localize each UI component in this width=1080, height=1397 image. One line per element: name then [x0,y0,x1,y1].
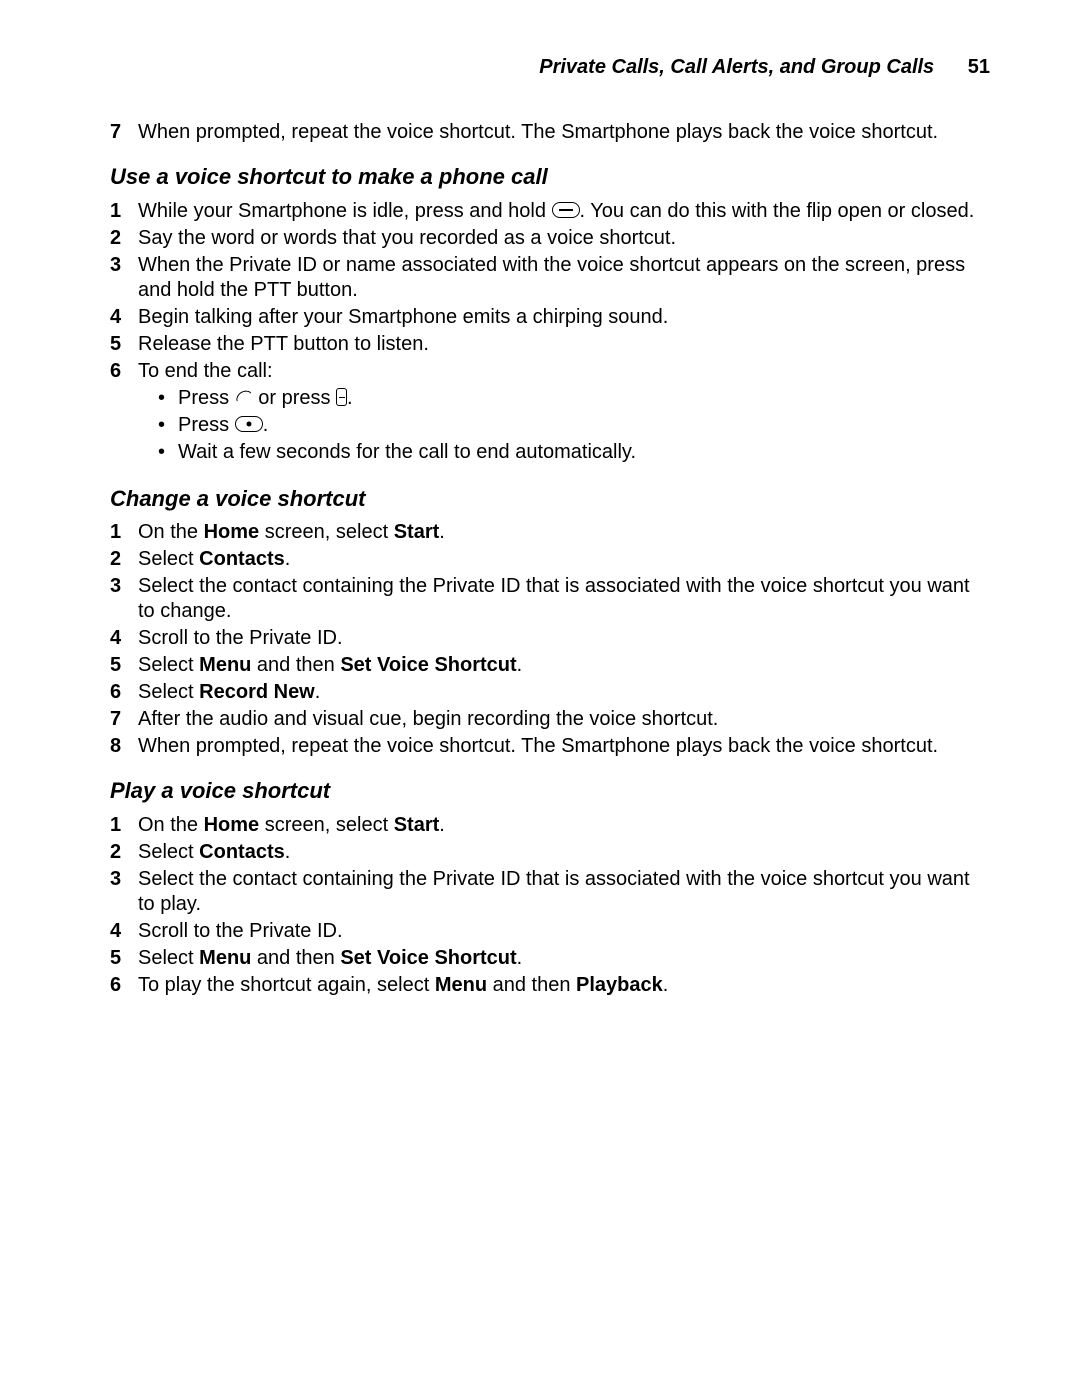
step-text: While your Smartphone is idle, press and… [138,199,990,224]
running-header: Private Calls, Call Alerts, and Group Ca… [110,55,990,80]
step-text: Select Contacts. [138,840,990,865]
step-item: 5Release the PTT button to listen. [110,332,990,357]
section-heading: Change a voice shortcut [110,485,990,513]
step-text: Scroll to the Private ID. [138,626,990,651]
step-item: 2Say the word or words that you recorded… [110,226,990,251]
step-item: 6To play the shortcut again, select Menu… [110,973,990,998]
step-number: 7 [110,120,138,145]
step-text: On the Home screen, select Start. [138,813,990,838]
step-text: Select Contacts. [138,547,990,572]
step-text: To play the shortcut again, select Menu … [138,973,990,998]
page-number: 51 [968,56,990,78]
bold-term: Set Voice Shortcut [340,947,516,969]
step-text: To end the call:Press or press .Press .W… [138,359,990,467]
step-item: 5Select Menu and then Set Voice Shortcut… [110,653,990,678]
step-text: Release the PTT button to listen. [138,332,990,357]
bullet-list: Press or press .Press .Wait a few second… [158,386,990,465]
step-text: When prompted, repeat the voice shortcut… [138,120,990,145]
step-number: 2 [110,547,138,572]
step-number: 6 [110,973,138,998]
step-item: 6To end the call:Press or press .Press .… [110,359,990,467]
step-text: When the Private ID or name associated w… [138,253,990,303]
step-number: 1 [110,520,138,545]
power-button-icon [235,416,263,432]
step-number: 8 [110,734,138,759]
bullet-item: Wait a few seconds for the call to end a… [158,440,990,465]
bold-term: Contacts [199,548,285,570]
step-list: 1While your Smartphone is idle, press an… [110,199,990,467]
bold-term: Menu [199,947,251,969]
bold-term: Record New [199,681,315,703]
section-heading: Play a voice shortcut [110,777,990,805]
step-text: Say the word or words that you recorded … [138,226,990,251]
step-number: 4 [110,919,138,944]
step-text: Select the contact containing the Privat… [138,867,990,917]
flip-close-icon [336,388,347,406]
bold-term: Start [394,521,440,543]
step-number: 3 [110,574,138,599]
step-item: 3Select the contact containing the Priva… [110,867,990,917]
step-item: 2Select Contacts. [110,840,990,865]
step-text: Begin talking after your Smartphone emit… [138,305,990,330]
step-text: Select Menu and then Set Voice Shortcut. [138,946,990,971]
step-text: Scroll to the Private ID. [138,919,990,944]
bold-term: Contacts [199,841,285,863]
step-text: Select Record New. [138,680,990,705]
step-item: 7After the audio and visual cue, begin r… [110,707,990,732]
step-item: 3When the Private ID or name associated … [110,253,990,303]
step-number: 4 [110,305,138,330]
step-number: 1 [110,199,138,224]
page-body: 7When prompted, repeat the voice shortcu… [110,120,990,998]
step-number: 2 [110,226,138,251]
bullet-item: Press or press . [158,386,990,411]
step-item: 7When prompted, repeat the voice shortcu… [110,120,990,145]
step-text: After the audio and visual cue, begin re… [138,707,990,732]
bold-term: Start [394,814,440,836]
step-item: 2Select Contacts. [110,547,990,572]
bold-term: Set Voice Shortcut [340,654,516,676]
step-item: 5Select Menu and then Set Voice Shortcut… [110,946,990,971]
step-item: 1On the Home screen, select Start. [110,813,990,838]
bold-term: Menu [435,974,487,996]
bold-term: Menu [199,654,251,676]
step-item: 1While your Smartphone is idle, press an… [110,199,990,224]
step-item: 1On the Home screen, select Start. [110,520,990,545]
step-item: 3Select the contact containing the Priva… [110,574,990,624]
step-number: 7 [110,707,138,732]
bold-term: Home [204,521,260,543]
bold-term: Playback [576,974,663,996]
speaker-button-icon [552,202,580,218]
step-number: 6 [110,359,138,384]
step-number: 3 [110,253,138,278]
step-number: 5 [110,653,138,678]
step-number: 1 [110,813,138,838]
end-call-icon [231,384,256,409]
header-title: Private Calls, Call Alerts, and Group Ca… [539,56,934,78]
step-number: 5 [110,332,138,357]
step-item: 4Scroll to the Private ID. [110,626,990,651]
step-number: 6 [110,680,138,705]
step-text: Select the contact containing the Privat… [138,574,990,624]
step-text: On the Home screen, select Start. [138,520,990,545]
step-text: When prompted, repeat the voice shortcut… [138,734,990,759]
section-heading: Use a voice shortcut to make a phone cal… [110,163,990,191]
bold-term: Home [204,814,260,836]
step-item: 4Scroll to the Private ID. [110,919,990,944]
step-list: 1On the Home screen, select Start.2Selec… [110,813,990,998]
step-item: 4Begin talking after your Smartphone emi… [110,305,990,330]
step-text: Select Menu and then Set Voice Shortcut. [138,653,990,678]
step-item: 6Select Record New. [110,680,990,705]
step-number: 4 [110,626,138,651]
step-number: 3 [110,867,138,892]
step-number: 5 [110,946,138,971]
step-list: 1On the Home screen, select Start.2Selec… [110,520,990,759]
step-number: 2 [110,840,138,865]
step-item: 8When prompted, repeat the voice shortcu… [110,734,990,759]
bullet-item: Press . [158,413,990,438]
